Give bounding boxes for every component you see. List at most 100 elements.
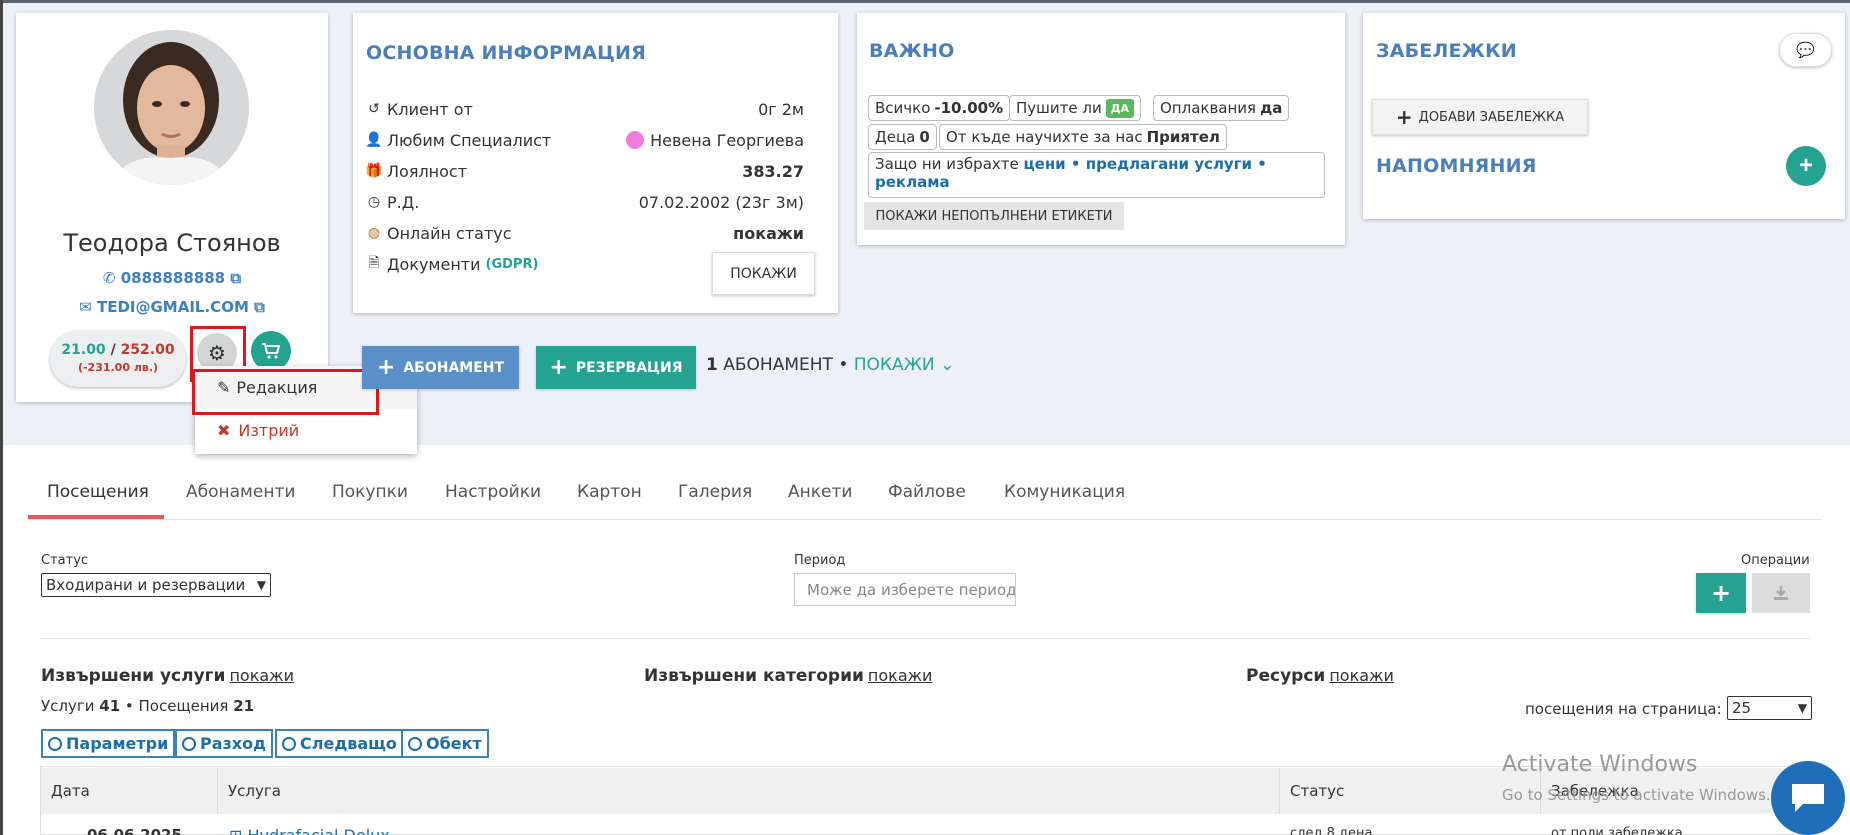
- tab-purchases[interactable]: Покупки: [332, 482, 408, 502]
- balance-total: 252.00: [120, 342, 175, 358]
- top-border: [0, 0, 1850, 3]
- copy-icon[interactable]: ⧉: [254, 298, 265, 316]
- documents-show-button[interactable]: ПОКАЖИ: [712, 252, 815, 295]
- subscription-button[interactable]: + АБОНАМЕНТ: [362, 346, 519, 389]
- toggle-label: Разход: [200, 734, 267, 753]
- circle-icon: [282, 736, 296, 751]
- info-label: Любим Специалист: [387, 130, 552, 150]
- info-label: Клиент от: [387, 99, 473, 119]
- info-row-birthdate: ◷ Р.Д. 07.02.2002 (23г 3м): [366, 189, 804, 215]
- info-row-online-status: ◍ Онлайн статус покажи: [366, 220, 804, 246]
- add-reminder-button[interactable]: +: [1786, 146, 1826, 186]
- add-note-button[interactable]: + ДОБАВИ ЗАБЕЛЕЖКА: [1372, 99, 1588, 135]
- tab-surveys[interactable]: Анкети: [788, 482, 852, 502]
- column-header-date[interactable]: Дата: [41, 768, 218, 814]
- period-label: Период: [794, 553, 846, 568]
- row-service-link[interactable]: ⊞ Hydrafacial Delux: [229, 826, 390, 835]
- services-summary: Извършени услуги покажи: [41, 666, 294, 686]
- phone-icon: ✆: [102, 269, 116, 287]
- tag-all: Всичко -10.00%: [868, 95, 1011, 121]
- status-select[interactable]: Входирани и резервации ▼: [41, 573, 271, 597]
- tab-communication[interactable]: Комуникация: [1004, 482, 1125, 502]
- smoke-value-badge: ДА: [1105, 98, 1135, 118]
- plus-icon: +: [1710, 579, 1732, 607]
- circle-icon: [408, 736, 422, 751]
- cart-button[interactable]: [251, 331, 291, 371]
- categories-summary-title: Извършени категории: [644, 666, 864, 686]
- online-status-link[interactable]: покажи: [733, 224, 804, 243]
- chevron-down-icon: ▼: [256, 578, 266, 592]
- support-chat-button[interactable]: [1771, 761, 1845, 835]
- toggle-expense[interactable]: Разход: [175, 729, 274, 758]
- tabs-divider: [28, 519, 1822, 520]
- tag-source: От къде научихте за нас Приятел: [939, 124, 1227, 150]
- tab-visits[interactable]: Посещения: [47, 482, 149, 502]
- per-page-value: 25: [1732, 699, 1752, 717]
- table-row[interactable]: 06.06.2025 ⊞ Hydrafacial Delux след 8 де…: [41, 814, 1810, 835]
- download-button[interactable]: [1752, 573, 1810, 613]
- subscription-text: АБОНАМЕНТ •: [723, 355, 849, 375]
- info-value: 07.02.2002 (23г 3м): [638, 192, 804, 212]
- plus-icon: +: [376, 355, 396, 380]
- toggle-label: Обект: [426, 734, 482, 753]
- speech-bubble-icon: 💬: [1796, 41, 1815, 59]
- visit-counts: Услуги 41 • Посещения 21: [41, 697, 255, 715]
- activate-windows-subtitle: Go to Settings to activate Windows.: [1502, 786, 1771, 804]
- email-link[interactable]: TEDI@GMAIL.COM: [97, 298, 249, 316]
- tab-gallery[interactable]: Галерия: [678, 482, 752, 502]
- tab-card[interactable]: Картон: [577, 482, 642, 502]
- row-date: 06.06.2025: [87, 826, 182, 835]
- gear-icon: ⚙: [208, 342, 226, 365]
- filters-divider: [40, 638, 1810, 639]
- important-title: ВАЖНО: [869, 40, 955, 62]
- add-visit-button[interactable]: +: [1696, 573, 1746, 613]
- left-border: [0, 0, 3, 835]
- info-row-specialist: 👤 Любим Специалист Невена Георгиева: [365, 127, 804, 153]
- info-value: 0г 2м: [758, 99, 804, 119]
- resources-show-link[interactable]: покажи: [1329, 666, 1394, 685]
- delete-menu-item[interactable]: ✖ Изтрий: [195, 409, 417, 452]
- tag-kids: Деца 0: [868, 124, 937, 150]
- expand-icon: ⊞: [229, 826, 242, 835]
- download-icon: [1774, 586, 1788, 600]
- info-label: Лоялност: [387, 161, 468, 181]
- balance-paid: 21.00: [61, 342, 106, 358]
- show-subscriptions-link[interactable]: ПОКАЖИ ⌄: [854, 355, 955, 375]
- per-page-select[interactable]: 25 ▼: [1727, 696, 1812, 720]
- services-show-link[interactable]: покажи: [229, 666, 294, 685]
- categories-show-link[interactable]: покажи: [868, 666, 933, 685]
- toggle-parameters[interactable]: Параметри: [41, 729, 176, 758]
- categories-summary: Извършени категории покажи: [644, 666, 932, 686]
- tab-subscriptions[interactable]: Абонаменти: [186, 482, 295, 502]
- avatar[interactable]: [94, 30, 249, 185]
- balance-badge[interactable]: 21.00 / 252.00 (-231.00 лв.): [50, 331, 186, 387]
- tab-files[interactable]: Файлове: [888, 482, 966, 502]
- toggle-label: Следващо: [300, 734, 397, 753]
- document-icon: 🗎: [368, 255, 380, 271]
- info-value: 383.27: [742, 161, 804, 181]
- close-icon: ✖: [217, 421, 231, 440]
- gdpr-link[interactable]: (GDPR): [486, 257, 539, 272]
- toggle-object[interactable]: Обект: [401, 729, 489, 758]
- chat-button[interactable]: 💬: [1779, 33, 1832, 67]
- copy-icon[interactable]: ⧉: [230, 269, 241, 287]
- clock-icon: ◷: [367, 194, 381, 210]
- show-unfilled-tags-button[interactable]: ПОКАЖИ НЕПОПЪЛНЕНИ ЕТИКЕТИ: [864, 202, 1124, 230]
- email-line: ✉ TEDI@GMAIL.COM ⧉: [16, 298, 328, 316]
- circle-icon: [182, 736, 196, 751]
- tab-settings[interactable]: Настройки: [445, 482, 541, 502]
- period-input[interactable]: Може да изберете период: [794, 573, 1016, 606]
- phone-link[interactable]: 0888888888: [121, 269, 225, 287]
- row-note: от поли забележка: [1551, 826, 1683, 835]
- add-note-label: ДОБАВИ ЗАБЕЛЕЖКА: [1418, 109, 1565, 125]
- plus-icon: +: [1395, 105, 1413, 129]
- toggle-next[interactable]: Следващо: [275, 729, 404, 758]
- resources-summary: Ресурси покажи: [1246, 666, 1394, 686]
- edit-highlight: [192, 369, 379, 415]
- column-header-service[interactable]: Услуга: [218, 768, 1280, 814]
- chevron-down-icon: ⌄: [940, 355, 955, 375]
- status-label: Статус: [41, 553, 89, 568]
- activate-windows-title: Activate Windows: [1502, 752, 1698, 777]
- info-label: Документи: [387, 254, 481, 274]
- reservation-button[interactable]: + РЕЗЕРВАЦИЯ: [536, 346, 696, 389]
